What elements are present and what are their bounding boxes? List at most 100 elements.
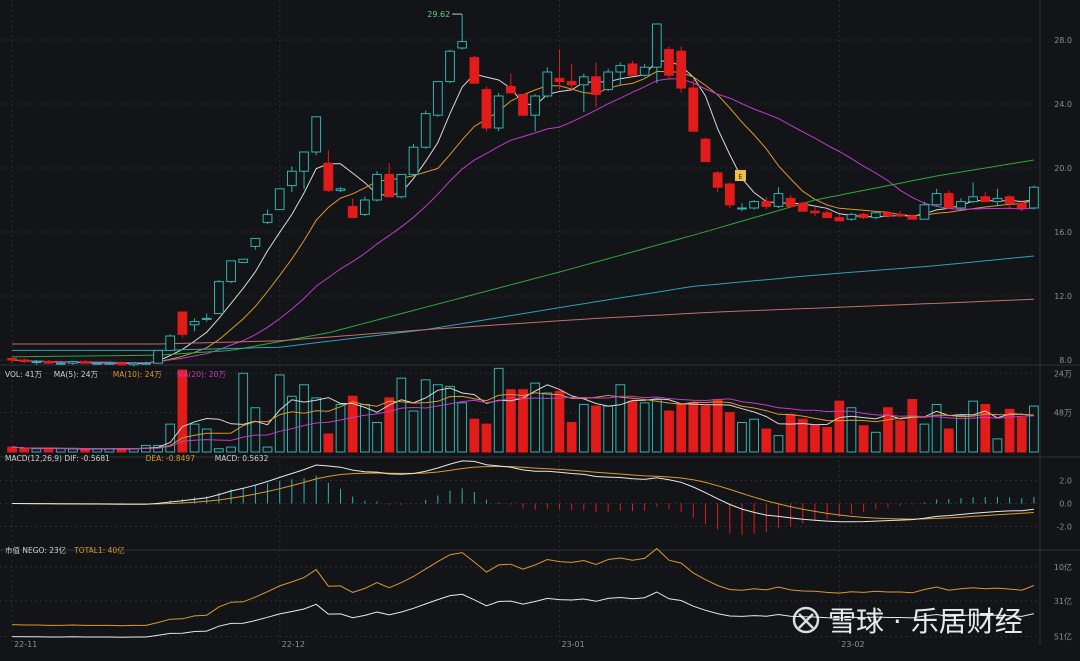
volume-bar[interactable] (603, 405, 614, 453)
volume-bar[interactable] (128, 448, 139, 453)
candle[interactable] (493, 95, 504, 129)
volume-panel[interactable] (7, 367, 1039, 453)
candle[interactable] (165, 335, 176, 351)
candle[interactable] (311, 116, 322, 153)
candle[interactable] (153, 349, 163, 364)
candle[interactable] (785, 197, 796, 207)
candle[interactable] (141, 362, 151, 365)
candle[interactable] (931, 193, 942, 206)
volume-bar[interactable] (214, 448, 224, 453)
candle[interactable] (943, 193, 954, 209)
volume-bar[interactable] (968, 400, 978, 453)
candle[interactable] (505, 85, 516, 94)
candle[interactable] (469, 57, 480, 84)
volume-bar[interactable] (92, 448, 103, 453)
candle[interactable] (834, 217, 845, 222)
volume-bar[interactable] (335, 403, 346, 453)
candle[interactable] (858, 213, 869, 219)
volume-bar[interactable] (651, 399, 662, 453)
volume-bar[interactable] (724, 412, 735, 453)
volume-bar[interactable] (262, 446, 273, 453)
candle[interactable] (262, 213, 273, 223)
volume-bar[interactable] (810, 425, 820, 453)
volume-bar[interactable] (883, 407, 893, 453)
candle[interactable] (992, 197, 1003, 203)
volume-bar[interactable] (396, 377, 407, 453)
volume-bar[interactable] (1029, 405, 1039, 453)
candle[interactable] (116, 362, 127, 366)
candle[interactable] (396, 173, 407, 198)
candle[interactable] (201, 317, 212, 320)
volume-bar[interactable] (469, 418, 480, 453)
volume-bar[interactable] (785, 413, 796, 453)
volume-bar[interactable] (895, 420, 905, 453)
candle[interactable] (128, 362, 139, 366)
volume-bar[interactable] (578, 403, 589, 453)
candle[interactable] (408, 146, 419, 175)
candle[interactable] (359, 199, 370, 215)
candle[interactable] (104, 362, 115, 365)
volume-bar[interactable] (116, 448, 127, 453)
candle[interactable] (7, 357, 17, 361)
candle[interactable] (846, 213, 857, 220)
volume-bar[interactable] (457, 402, 468, 453)
candle[interactable] (956, 201, 966, 209)
candle[interactable] (445, 50, 455, 83)
volume-bar[interactable] (737, 421, 747, 453)
volume-bar[interactable] (201, 428, 212, 453)
candle[interactable] (651, 23, 662, 68)
volume-bar[interactable] (846, 407, 857, 453)
candle[interactable] (68, 361, 78, 364)
candle[interactable] (372, 173, 382, 201)
volume-bar[interactable] (542, 392, 553, 453)
candle[interactable] (724, 183, 735, 206)
candle[interactable] (773, 193, 784, 207)
candle[interactable] (481, 89, 492, 129)
candle[interactable] (615, 65, 626, 73)
candle[interactable] (1016, 202, 1027, 209)
volume-bar[interactable] (43, 448, 54, 453)
candle[interactable] (761, 201, 772, 207)
candle[interactable] (883, 212, 893, 217)
volume-bar[interactable] (907, 399, 918, 453)
candle[interactable] (627, 63, 638, 76)
candle[interactable] (299, 151, 309, 172)
candle[interactable] (457, 41, 468, 49)
volume-bar[interactable] (19, 448, 30, 453)
volume-bar[interactable] (676, 403, 687, 453)
candle[interactable] (214, 281, 224, 315)
candle[interactable] (286, 170, 297, 187)
volume-bar[interactable] (956, 415, 966, 453)
candle[interactable] (578, 76, 589, 86)
volume-bar[interactable] (311, 397, 322, 453)
candle[interactable] (92, 362, 103, 365)
volume-bar[interactable] (104, 448, 115, 453)
volume-bar[interactable] (554, 390, 565, 453)
volume-bar[interactable] (591, 405, 601, 453)
volume-bar[interactable] (773, 435, 784, 453)
volume-bar[interactable] (372, 421, 382, 453)
candle[interactable] (43, 361, 54, 364)
macd-panel[interactable] (12, 460, 1035, 536)
volume-bar[interactable] (712, 399, 723, 453)
candle[interactable] (335, 188, 346, 191)
candle[interactable] (822, 212, 832, 219)
candle[interactable] (810, 210, 820, 214)
volume-bar[interactable] (286, 395, 297, 453)
volume-bar[interactable] (870, 431, 881, 453)
volume-bar[interactable] (226, 446, 236, 453)
candle[interactable] (907, 215, 918, 220)
candle[interactable] (895, 213, 905, 217)
candle[interactable] (700, 138, 711, 163)
candle[interactable] (870, 212, 881, 219)
volume-bar[interactable] (834, 400, 845, 453)
volume-bar[interactable] (615, 384, 626, 453)
candle[interactable] (55, 362, 66, 365)
volume-bar[interactable] (700, 405, 711, 453)
candle[interactable] (603, 71, 614, 91)
candle[interactable] (238, 258, 249, 263)
volume-bar[interactable] (299, 384, 309, 453)
candle[interactable] (274, 188, 285, 211)
candle[interactable] (226, 260, 236, 283)
volume-bar[interactable] (481, 423, 492, 453)
